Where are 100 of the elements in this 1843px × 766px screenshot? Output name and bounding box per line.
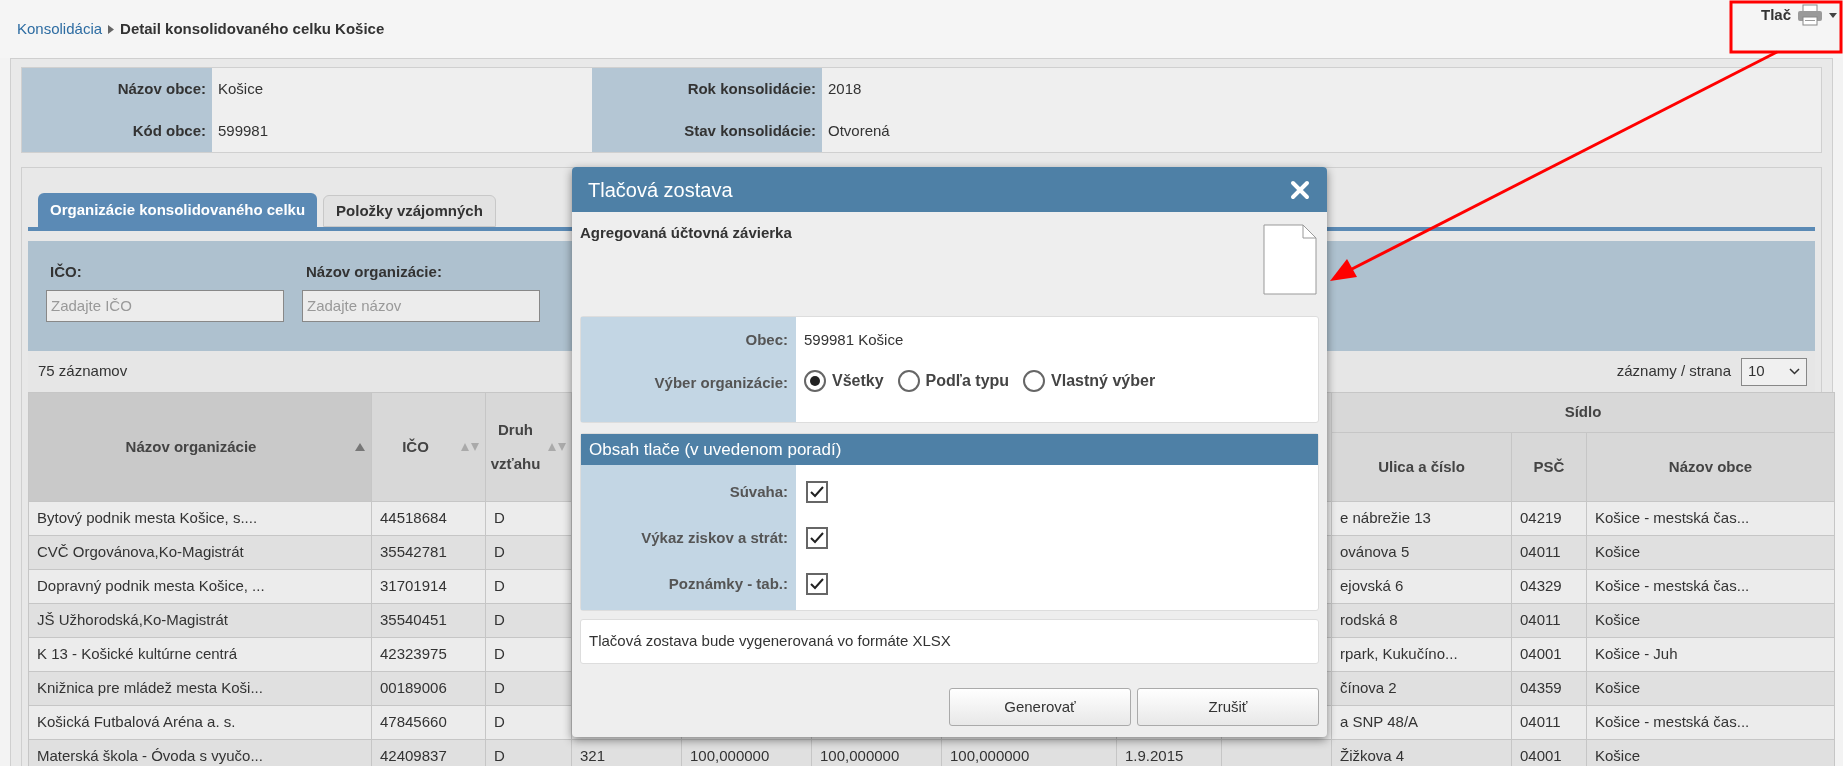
- page-size-select[interactable]: 10: [1741, 357, 1807, 386]
- filter-label: IČO:: [49, 262, 83, 282]
- table-cell: Košice - mestská čas...: [1586, 569, 1835, 604]
- table-cell: 04011: [1511, 603, 1587, 638]
- table-cell: čínova 2: [1331, 671, 1512, 706]
- radio-option[interactable]: Vlastný výber: [1023, 368, 1156, 393]
- table-cell: Košice: [1586, 603, 1835, 638]
- table-cell: Košice: [1586, 671, 1835, 706]
- section-header: Obsah tlače (v uvedenom poradí): [581, 434, 1318, 465]
- column-header[interactable]: Názov obce: [1586, 432, 1835, 502]
- column-header[interactable]: IČO: [371, 392, 486, 502]
- table-cell: 04011: [1511, 705, 1587, 740]
- table-cell: 35542781: [371, 535, 486, 570]
- radio-option[interactable]: Podľa typu: [897, 368, 1010, 393]
- info-value: Košice: [217, 78, 265, 99]
- field-value: 599981 Košice: [804, 330, 905, 350]
- checkbox-label: Súvaha:: [729, 481, 788, 502]
- record-count: 75 záznamov: [38, 361, 128, 382]
- checkbox[interactable]: [806, 526, 828, 549]
- table-cell: Materská škola - Óvoda s vyučo...: [28, 739, 372, 766]
- tab[interactable]: Organizácie konsolidovaného celku: [38, 193, 318, 227]
- radio-option[interactable]: Všetky: [804, 368, 884, 393]
- table-cell: D: [485, 501, 572, 536]
- filter-input[interactable]: Zadajte názov: [302, 289, 540, 322]
- dialog-button[interactable]: Zrušiť: [1137, 688, 1319, 726]
- info-label: Stav konsolidácie:: [592, 110, 822, 152]
- caret-icon: [1829, 12, 1837, 18]
- chevron-down-icon: [1789, 368, 1800, 375]
- table-cell: D: [485, 671, 572, 706]
- table-cell: D: [485, 535, 572, 570]
- tab[interactable]: Položky vzájomných: [323, 195, 496, 227]
- table-cell: 04011: [1511, 535, 1587, 570]
- radio-button[interactable]: [897, 369, 920, 392]
- table-cell: 35540451: [371, 603, 486, 638]
- print-button[interactable]: Tlač: [1761, 3, 1839, 27]
- info-value: Otvorená: [827, 120, 891, 141]
- column-header[interactable]: Ulica a číslo: [1331, 432, 1512, 502]
- table-cell: 42323975: [371, 637, 486, 672]
- table-cell: 04219: [1511, 501, 1587, 536]
- info-label: Názov obce:: [22, 68, 212, 110]
- filter-input[interactable]: Zadajte IČO: [46, 289, 284, 322]
- table-cell: ejovská 6: [1331, 569, 1512, 604]
- table-cell: Bytový podnik mesta Košice, s....: [28, 501, 372, 536]
- dialog-button[interactable]: Generovať: [949, 688, 1131, 726]
- table-cell: 04359: [1511, 671, 1587, 706]
- table-cell: K 13 - Košické kultúrne centrá: [28, 637, 372, 672]
- table-cell: D: [485, 569, 572, 604]
- table-cell: D: [485, 637, 572, 672]
- table-cell: Knižnica pre mládež mesta Koši...: [28, 671, 372, 706]
- table-cell: e nábrežie 13: [1331, 501, 1512, 536]
- radio-button[interactable]: [1023, 369, 1046, 392]
- column-header[interactable]: PSČ: [1511, 432, 1587, 502]
- table-cell: a SNP 48/A: [1331, 705, 1512, 740]
- document-icon: [1263, 224, 1317, 295]
- column-header[interactable]: Druh vzťahu: [485, 392, 572, 502]
- info-label: Rok konsolidácie:: [592, 68, 822, 110]
- table-cell: JŠ Užhorodská,Ko-Magistrát: [28, 603, 372, 638]
- table-cell: D: [485, 603, 572, 638]
- close-icon: [1290, 179, 1310, 200]
- checkmark-icon: [809, 576, 825, 591]
- table-cell: 04329: [1511, 569, 1587, 604]
- table-cell: Košice - mestská čas...: [1586, 501, 1835, 536]
- table-cell: CVČ Orgovánova,Ko-Magistrát: [28, 535, 372, 570]
- checkbox[interactable]: [806, 480, 828, 503]
- table-cell: Košická Futbalová Aréna a. s.: [28, 705, 372, 740]
- sort-ascending-icon[interactable]: [355, 443, 365, 451]
- field-label: Výber organizácie:: [654, 372, 788, 393]
- checkbox-label: Výkaz ziskov a strát:: [641, 527, 788, 548]
- info-message: Tlačová zostava bude vygenerovaná vo formáte XLSX: [580, 619, 1319, 664]
- table-cell: Košice: [1586, 535, 1835, 570]
- table-cell: 04001: [1511, 637, 1587, 672]
- table-cell: rpark, Kukučíno...: [1331, 637, 1512, 672]
- dialog-title: Tlačová zostava: [588, 177, 733, 203]
- checkmark-icon: [809, 484, 825, 499]
- filter-label: Názov organizácie:: [305, 262, 443, 282]
- table-cell: 44518684: [371, 501, 486, 536]
- printer-icon: [1797, 4, 1823, 26]
- table-cell: Košice - mestská čas...: [1586, 705, 1835, 740]
- table-cell: rodská 8: [1331, 603, 1512, 638]
- breadcrumb-link[interactable]: Konsolidácia: [17, 17, 103, 41]
- page-title: Detail konsolidovaného celku Košice: [120, 18, 385, 39]
- table-cell: Košice - Juh: [1586, 637, 1835, 672]
- dialog-subtitle: Agregovaná účtovná závierka: [580, 223, 792, 243]
- column-header[interactable]: Názov organizácie: [28, 392, 372, 502]
- info-label: Kód obce:: [22, 110, 212, 152]
- field-label: Obec:: [745, 330, 788, 350]
- info-value: 599981: [217, 120, 270, 141]
- close-button[interactable]: [1289, 178, 1311, 201]
- chevron-right-icon: [108, 24, 115, 34]
- table-cell: 00189006: [371, 671, 486, 706]
- checkmark-icon: [809, 530, 825, 545]
- radio-button[interactable]: [804, 369, 826, 392]
- table-cell: ovánova 5: [1331, 535, 1512, 570]
- table-cell: 31701914: [371, 569, 486, 604]
- info-value: 2018: [827, 78, 863, 99]
- group-header: Sídlo: [1331, 392, 1835, 433]
- table-cell: 47845660: [371, 705, 486, 740]
- checkbox-label: Poznámky - tab.:: [668, 573, 788, 594]
- table-cell: Dopravný podnik mesta Košice, ...: [28, 569, 372, 604]
- checkbox[interactable]: [806, 572, 828, 595]
